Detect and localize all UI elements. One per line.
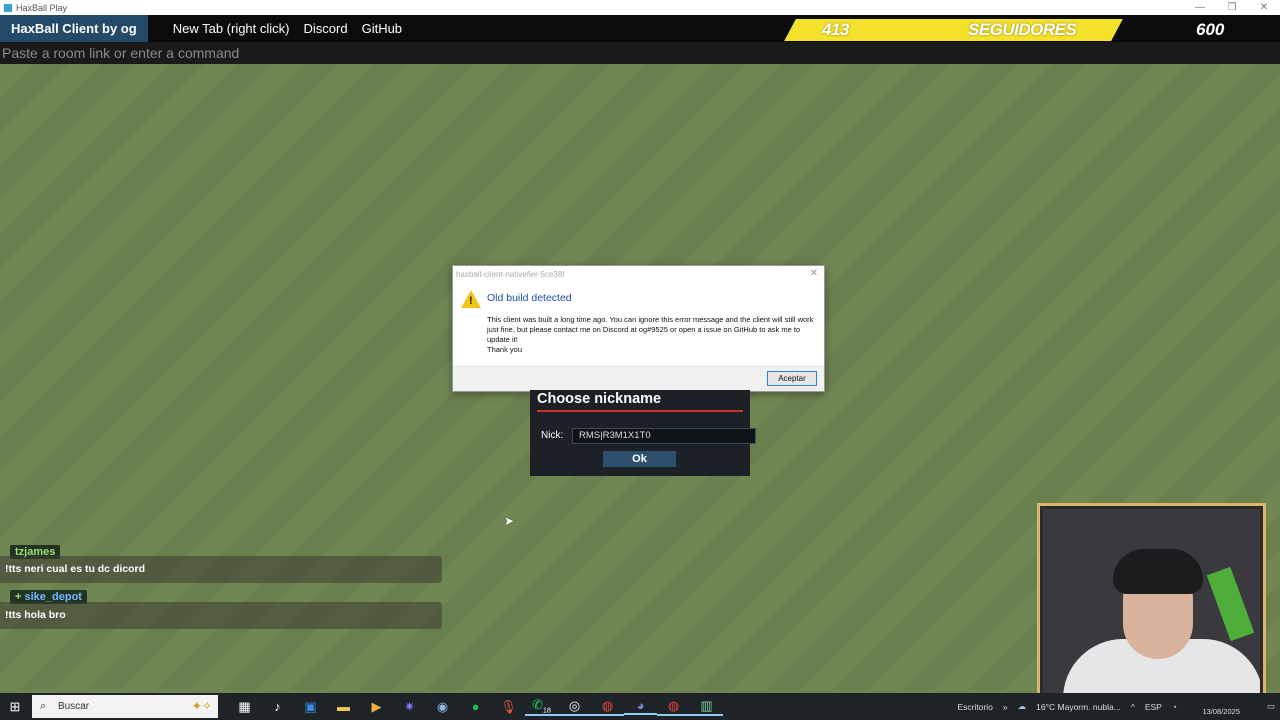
maximize-icon[interactable]: ❐ [1216, 0, 1248, 15]
mouse-cursor-icon: ➤ [504, 514, 515, 528]
webcam-feed [1043, 509, 1260, 699]
steam-icon[interactable]: ◉ [426, 699, 459, 715]
search-icon: ⌕ [40, 700, 47, 712]
task-view-icon[interactable]: ▦ [228, 699, 261, 715]
tray-chevron-icon[interactable]: ^ [1131, 702, 1135, 712]
chat-message: !tts hola bro [0, 602, 442, 629]
nickname-ok-button[interactable]: Ok [603, 451, 676, 467]
dialog-heading: Old build detected [487, 292, 572, 304]
webcam-overlay [1037, 503, 1266, 705]
command-input[interactable] [0, 42, 1274, 64]
whatsapp-icon[interactable]: ✆18 [525, 697, 558, 717]
star-icon[interactable]: ✷ [393, 699, 426, 715]
microphone-icon[interactable]: 🎙 [492, 699, 525, 715]
discord-icon[interactable]: ◕ [624, 698, 657, 715]
app-icon[interactable]: ▶ [360, 699, 393, 715]
whatsapp-count: 18 [543, 707, 551, 715]
desktop-label[interactable]: Escritorio [957, 702, 992, 712]
window-controls: — ❐ ✕ [1184, 0, 1280, 15]
github-link[interactable]: GitHub [355, 15, 409, 42]
dialog-body: This client was built a long time ago. Y… [487, 315, 817, 355]
webcam-chair [1206, 566, 1255, 642]
dialog-title: haxball-client-nativefier-5ce38f [456, 270, 565, 279]
start-button-icon[interactable]: ⊞ [0, 699, 30, 715]
haxball-icon[interactable]: ▥ [690, 698, 723, 716]
taskbar-search[interactable]: ⌕ Buscar ✦✧ [32, 695, 218, 718]
dialog-footer: Aceptar [453, 365, 824, 391]
old-build-dialog: haxball-client-nativefier-5ce38f ✕ ! Old… [452, 265, 825, 392]
outlook-icon[interactable]: ▣ [294, 699, 327, 715]
file-explorer-icon[interactable]: ▬ [327, 699, 360, 714]
nick-input[interactable]: RMS|R3M1X1T0 [572, 428, 756, 444]
follower-label: SEGUIDORES [968, 20, 1077, 39]
speaker-icon[interactable]: ◔ [1172, 702, 1177, 712]
close-icon[interactable]: ✕ [1248, 0, 1280, 15]
webcam-person-hair [1113, 549, 1203, 594]
follower-goal-count: 600 [1196, 20, 1225, 39]
follower-current-count: 413 [822, 20, 849, 39]
haxball-app-icon [4, 3, 12, 12]
nickname-title: Choose nickname [537, 391, 662, 407]
search-placeholder: Buscar [58, 701, 90, 712]
window-title-bar: HaxBall Play — ❐ ✕ [0, 0, 1280, 15]
window-title: HaxBall Play [16, 2, 68, 13]
notification-icon[interactable]: ▭ [1267, 701, 1275, 712]
close-icon[interactable]: ✕ [810, 268, 818, 279]
windows-taskbar: ⊞ ⌕ Buscar ✦✧ ▦ ♪ ▣ ▬ ▶ ✷ ◉ ● 🎙 ✆18 ◎ ◍ … [0, 693, 1280, 720]
weather-icon: ☁ [1017, 701, 1027, 711]
new-tab-link[interactable]: New Tab (right click) [166, 15, 297, 42]
language-indicator[interactable]: ESP [1145, 702, 1162, 712]
dialog-thanks: Thank you [487, 345, 523, 354]
chrome-icon[interactable]: ◍ [657, 698, 690, 716]
search-highlight-icon: ✦✧ [191, 699, 212, 713]
dialog-message: This client was built a long time ago. Y… [487, 315, 814, 344]
warning-icon-mark: ! [469, 295, 473, 307]
discord-link[interactable]: Discord [297, 15, 355, 42]
choose-nickname-dialog: Choose nickname Nick: RMS|R3M1X1T0 Ok [530, 390, 756, 476]
overflow-icon[interactable]: » [1003, 702, 1008, 712]
tiktok-icon[interactable]: ♪ [261, 699, 294, 714]
minimize-icon[interactable]: — [1184, 0, 1216, 15]
spotify-icon[interactable]: ● [459, 699, 492, 714]
obs-icon[interactable]: ◎ [558, 698, 591, 716]
accept-button[interactable]: Aceptar [767, 371, 817, 386]
taskbar-date[interactable]: 13/08/2025 [1202, 707, 1240, 716]
weather-text[interactable]: 16°C Mayorm. nubla... [1036, 702, 1121, 712]
taskbar-apps: ▦ ♪ ▣ ▬ ▶ ✷ ◉ ● 🎙 ✆18 ◎ ◍ ◕ ◍ ▥ [228, 693, 723, 720]
nick-label: Nick: [541, 430, 564, 441]
chat-message: !tts neri cual es tu dc dicord [0, 556, 442, 583]
command-bar [0, 42, 1280, 64]
brand-tab[interactable]: HaxBall Client by og [0, 15, 148, 42]
chrome-icon[interactable]: ◍ [591, 698, 624, 716]
title-underline [537, 410, 743, 412]
